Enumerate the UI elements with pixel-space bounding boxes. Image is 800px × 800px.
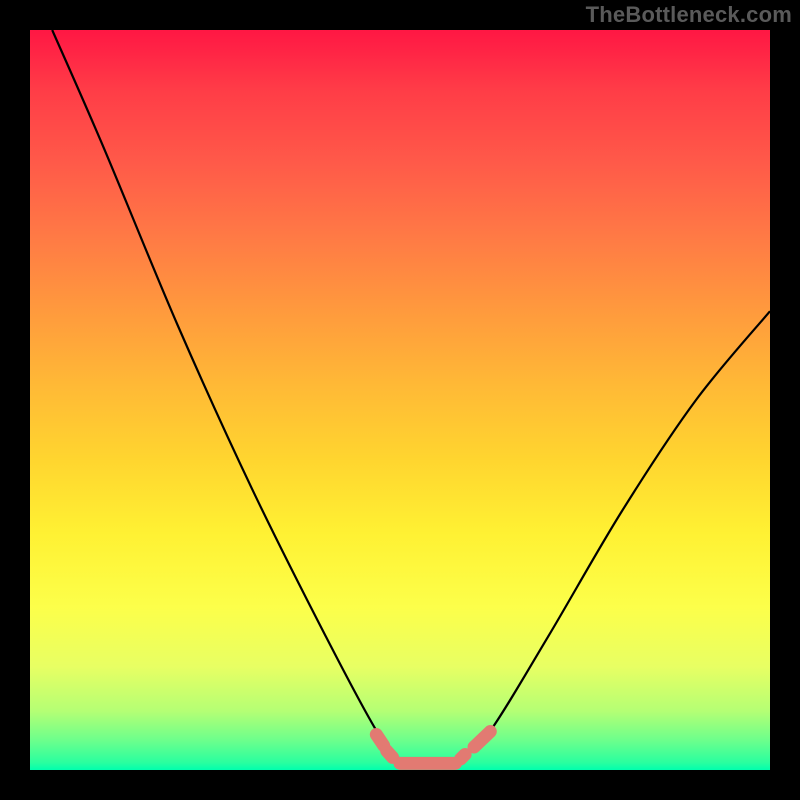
plot-area: [30, 30, 770, 770]
highlight-segment: [387, 751, 393, 758]
highlight-segment: [474, 732, 490, 748]
highlight-segment: [376, 734, 383, 745]
highlight-segment: [461, 754, 465, 758]
bottleneck-curve: [52, 30, 770, 767]
chart-frame: TheBottleneck.com: [0, 0, 800, 800]
curve-layer: [30, 30, 770, 770]
watermark-text: TheBottleneck.com: [586, 2, 792, 28]
